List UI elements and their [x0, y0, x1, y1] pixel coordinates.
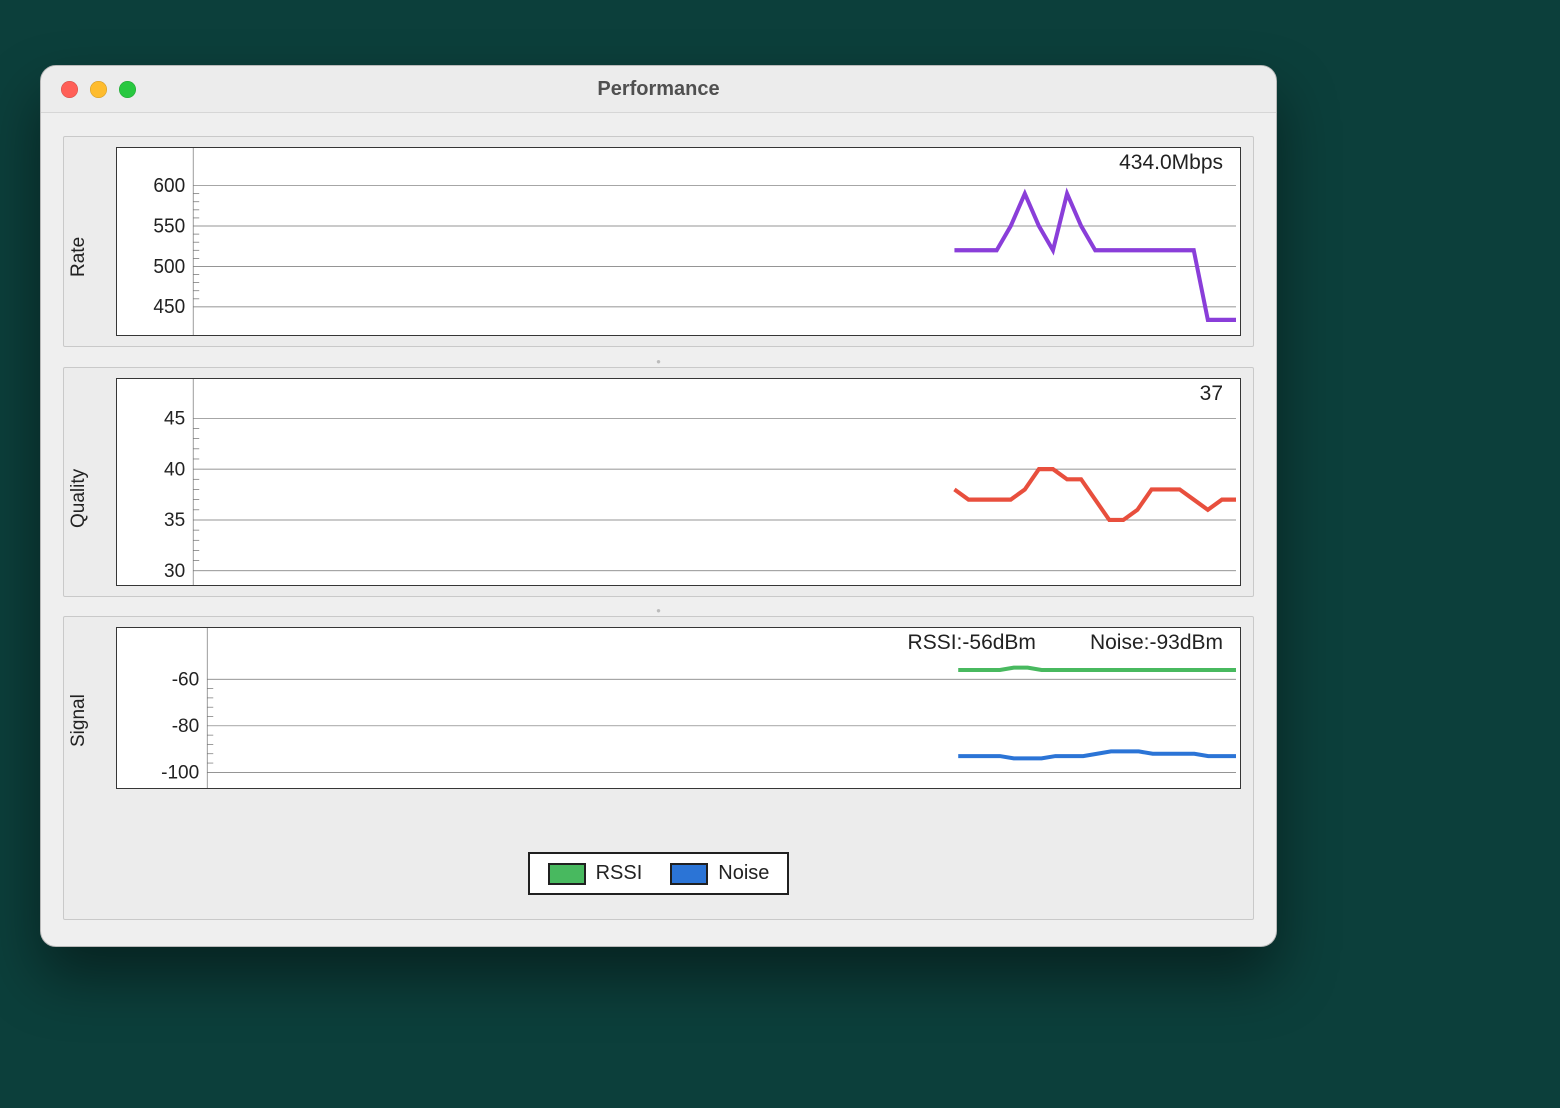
- window-title: Performance: [41, 78, 1276, 101]
- svg-text:-80: -80: [172, 716, 200, 737]
- quality-ylabel: Quality: [68, 469, 90, 528]
- rate-readout: 434.0Mbps: [1119, 151, 1223, 175]
- zoom-icon[interactable]: [119, 81, 136, 98]
- svg-text:500: 500: [153, 255, 185, 278]
- quality-panel: Quality 37 30 35 40 45: [63, 367, 1254, 597]
- panel-splitter[interactable]: [63, 355, 1254, 366]
- quality-readout: 37: [1200, 382, 1223, 406]
- signal-panel: Signal RSSI:-56dBm Noise:-93dBm -100 -80 -…: [63, 616, 1254, 920]
- legend-entry-noise: Noise: [670, 862, 769, 885]
- svg-text:550: 550: [153, 215, 185, 238]
- rate-panel: Rate 434.0Mbps 450 500 550 600: [63, 136, 1254, 347]
- traffic-lights: [41, 81, 136, 98]
- legend-swatch-rssi: [548, 863, 586, 885]
- legend-label-rssi: RSSI: [596, 862, 643, 885]
- rate-ylabel: Rate: [68, 237, 90, 277]
- legend-label-noise: Noise: [718, 862, 769, 885]
- minimize-icon[interactable]: [90, 81, 107, 98]
- content: Rate 434.0Mbps 450 500 550 600 Quality: [41, 126, 1276, 946]
- svg-text:30: 30: [164, 559, 185, 581]
- signal-ylabel: Signal: [68, 694, 90, 747]
- svg-text:600: 600: [153, 174, 185, 197]
- rate-chart: 450 500 550 600: [116, 147, 1241, 336]
- svg-text:45: 45: [164, 407, 185, 429]
- legend-swatch-noise: [670, 863, 708, 885]
- svg-text:-60: -60: [172, 669, 200, 690]
- svg-text:35: 35: [164, 509, 185, 531]
- svg-text:-100: -100: [161, 762, 199, 783]
- panel-splitter[interactable]: [63, 605, 1254, 616]
- close-icon[interactable]: [61, 81, 78, 98]
- signal-legend: RSSI Noise: [528, 852, 790, 895]
- signal-rssi-readout: RSSI:-56dBm: [908, 631, 1036, 655]
- quality-chart: 30 35 40 45: [116, 378, 1241, 586]
- signal-noise-readout: Noise:-93dBm: [1090, 631, 1223, 655]
- svg-text:450: 450: [153, 296, 185, 319]
- titlebar[interactable]: Performance: [41, 66, 1276, 113]
- legend-entry-rssi: RSSI: [548, 862, 643, 885]
- performance-window: Performance Rate 434.0Mbps 450 500 550 600: [40, 65, 1277, 947]
- svg-text:40: 40: [164, 458, 185, 480]
